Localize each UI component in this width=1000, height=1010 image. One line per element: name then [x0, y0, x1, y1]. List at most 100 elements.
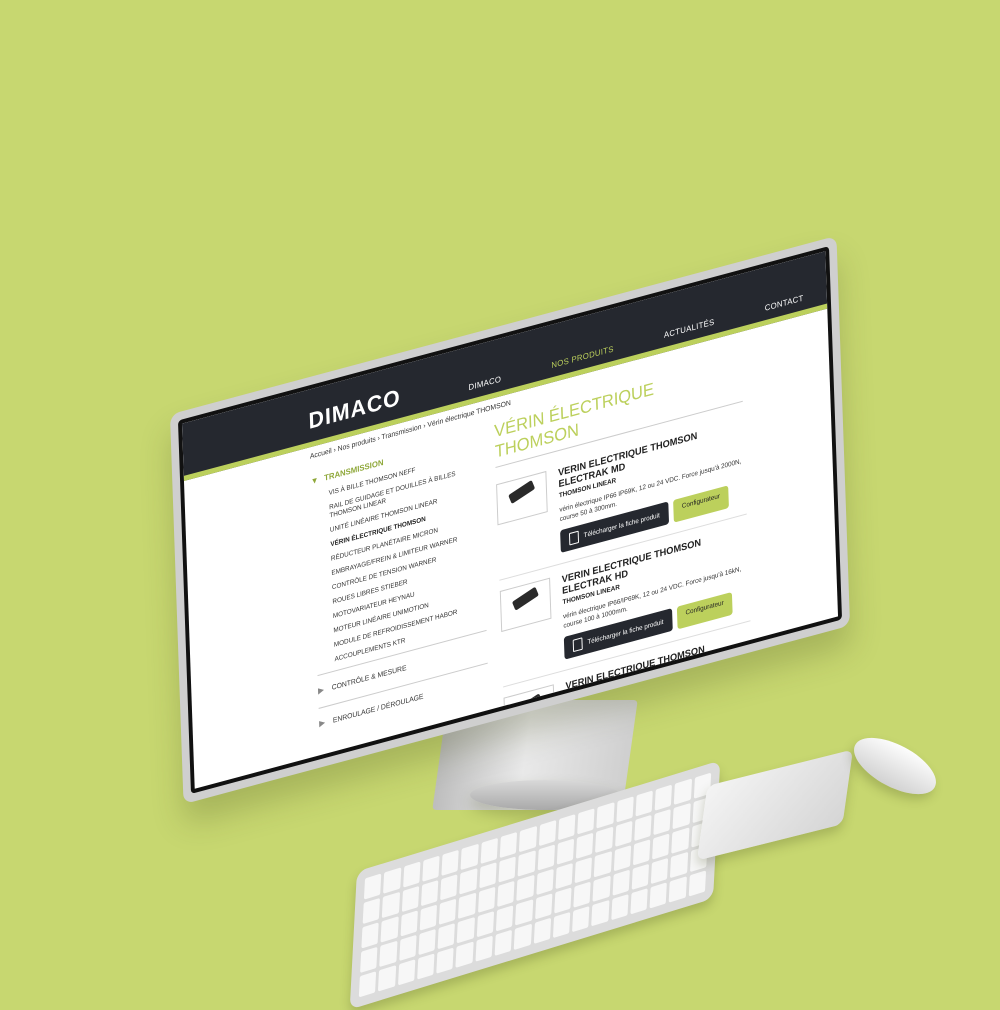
keyboard-key — [382, 891, 400, 919]
keyboard-key — [499, 831, 518, 859]
keyboard-key — [574, 857, 593, 884]
keyboard-key — [613, 845, 632, 872]
keyboard-key — [361, 922, 379, 949]
keyboard-key — [555, 862, 573, 890]
keyboard-key — [670, 851, 688, 879]
keyboard-key — [635, 790, 654, 817]
keyboard-key — [537, 844, 555, 871]
keyboard-key — [591, 899, 610, 927]
trackpad — [696, 749, 854, 861]
keyboard-key — [498, 856, 517, 883]
keyboard-key — [397, 959, 416, 986]
keyboard-key — [534, 893, 553, 920]
keyboard-key — [402, 861, 421, 888]
triangle-right-icon: ▶ — [319, 717, 326, 729]
keyboard-key — [535, 868, 554, 896]
keyboard-key — [441, 849, 460, 876]
keyboard-key — [400, 910, 418, 937]
keyboard-key — [634, 814, 652, 842]
mouse — [845, 726, 945, 806]
keyboard-key — [592, 875, 611, 902]
keyboard-key — [577, 808, 595, 835]
keyboard-key — [595, 826, 613, 853]
keyboard-key — [553, 887, 572, 914]
product-image[interactable] — [499, 577, 552, 633]
keyboard-key — [436, 947, 454, 974]
keyboard-key — [653, 808, 672, 836]
keyboard-key — [515, 899, 533, 926]
keyboard-key — [630, 888, 648, 915]
keyboard-key — [418, 928, 436, 956]
pdf-icon — [572, 637, 583, 653]
nav-item-contact[interactable]: CONTACT — [765, 293, 804, 313]
keyboard-key — [652, 833, 670, 860]
screen: DIMACO DIMACO NOS PRODUITS ACTUALITÉS CO… — [177, 246, 843, 794]
keyboard-key — [650, 857, 669, 885]
keyboard-key — [654, 784, 673, 811]
triangle-right-icon: ▶ — [317, 684, 325, 696]
keyboard-key — [594, 851, 612, 878]
keyboard-key — [631, 863, 650, 890]
keyboard-key — [494, 929, 513, 956]
keyboard-key — [478, 862, 497, 889]
keyboard-key — [672, 802, 691, 830]
keyboard-key — [460, 843, 479, 871]
keyboard-key — [557, 814, 576, 841]
keyboard-key — [516, 874, 535, 902]
keyboard-key — [573, 881, 592, 908]
keyboard-key — [612, 869, 630, 896]
download-label: Télécharger la fiche produit — [587, 618, 664, 646]
keyboard-key — [358, 971, 377, 998]
sidebar-category-label: ENROULAGE / DÉROULAGE — [332, 693, 424, 725]
keyboard-key — [552, 911, 571, 939]
keyboard-key — [669, 876, 687, 903]
keyboard-key — [519, 825, 537, 853]
keyboard-key — [362, 897, 381, 925]
nav-item-dimaco[interactable]: DIMACO — [468, 374, 501, 392]
sidebar-list: VIS À BILLE THOMSON NEFF RAIL DE GUIDAGE… — [329, 449, 487, 664]
keyboard-key — [420, 880, 439, 907]
keyboard-key — [416, 953, 435, 980]
keyboard-key — [649, 882, 668, 909]
keyboard-key — [614, 820, 633, 848]
keyboard-key — [475, 935, 493, 962]
keyboard-key — [538, 820, 557, 847]
keyboard-key — [688, 870, 707, 897]
keyboard-key — [671, 827, 690, 854]
keyboard-key — [440, 874, 458, 901]
keyboard-key — [616, 796, 634, 823]
keyboard-key — [401, 885, 420, 913]
keyboard-key — [455, 941, 474, 968]
triangle-down-icon: ▼ — [310, 475, 319, 487]
download-label: Télécharger la fiche produit — [583, 511, 660, 540]
keyboard-key — [437, 922, 456, 950]
keyboard-key — [575, 832, 594, 859]
keyboard-key — [610, 894, 629, 921]
keyboard-key — [513, 923, 532, 951]
keyboard-key — [572, 905, 590, 933]
keyboard-key — [422, 855, 440, 882]
keyboard-key — [477, 886, 496, 913]
pdf-icon — [568, 530, 580, 546]
keyboard-key — [380, 916, 399, 943]
keyboard-key — [517, 850, 536, 877]
keyboard-key — [480, 837, 498, 865]
keyboard-key — [363, 873, 382, 900]
keyboard-key — [533, 917, 551, 945]
keyboard-key — [419, 904, 438, 931]
keyboard-key — [556, 838, 575, 865]
product-image[interactable] — [496, 470, 548, 526]
keyboard-key — [383, 867, 401, 894]
keyboard-key — [360, 946, 378, 973]
keyboard-key — [398, 934, 417, 962]
keyboard-key — [674, 778, 692, 805]
keyboard-key — [495, 905, 514, 932]
keyboard-key — [497, 880, 515, 908]
keyboard-key — [438, 898, 457, 925]
keyboard-key — [459, 868, 478, 895]
keyboard-key — [379, 940, 398, 968]
keyboard-key — [378, 965, 396, 992]
keyboard-key — [632, 839, 651, 866]
website-page: DIMACO DIMACO NOS PRODUITS ACTUALITÉS CO… — [181, 251, 839, 789]
keyboard-key — [476, 911, 495, 938]
